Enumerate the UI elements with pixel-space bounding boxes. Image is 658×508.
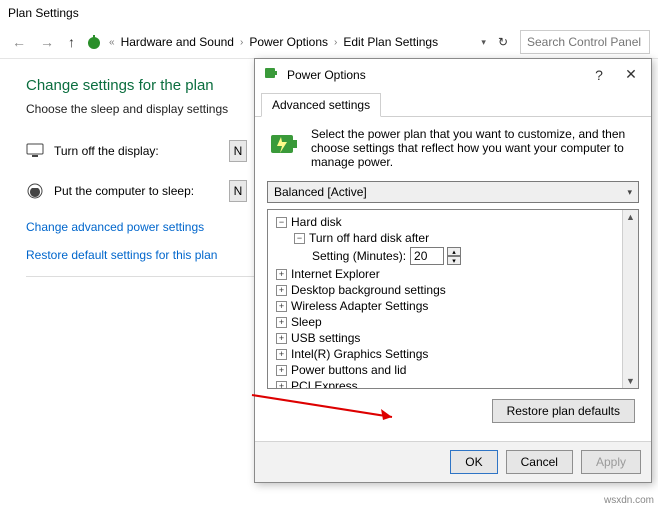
tree-hard-disk[interactable]: Hard disk [291,215,342,229]
tree-desktop[interactable]: Desktop background settings [291,283,446,297]
display-icon [26,142,44,160]
close-button[interactable]: ✕ [619,66,643,83]
chevron-down-icon: ▾ [627,187,632,198]
sleep-dropdown[interactable]: N [229,180,247,202]
plan-selected-value: Balanced [Active] [274,185,367,199]
tree-wifi[interactable]: Wireless Adapter Settings [291,299,428,313]
spin-down-button[interactable]: ▾ [447,256,461,265]
minutes-input[interactable]: 20 [410,247,444,265]
crumb-hardware[interactable]: Hardware and Sound [121,35,234,49]
settings-tree: −Hard disk −Turn off hard disk after Set… [268,210,622,388]
expand-icon[interactable]: + [276,317,287,328]
expand-icon[interactable]: + [276,333,287,344]
tree-usb[interactable]: USB settings [291,331,360,345]
tab-bar: Advanced settings [255,90,651,117]
window-title: Plan Settings [0,0,658,26]
expand-icon[interactable]: + [276,269,287,280]
help-button[interactable]: ? [587,67,611,83]
dialog-title: Power Options [287,68,579,82]
breadcrumb-dropdown[interactable]: ▾ [481,37,486,48]
toolbar: ← → ↑ « Hardware and Sound › Power Optio… [0,26,658,59]
tree-intel[interactable]: Intel(R) Graphics Settings [291,347,428,361]
spin-up-button[interactable]: ▴ [447,247,461,256]
back-button[interactable]: ← [8,32,30,52]
scroll-up-icon[interactable]: ▲ [626,210,635,224]
dialog-description: Select the power plan that you want to c… [311,127,639,169]
expand-icon[interactable]: + [276,381,287,389]
ok-button[interactable]: OK [450,450,497,474]
expand-icon[interactable]: + [276,301,287,312]
scroll-down-icon[interactable]: ▼ [626,374,635,388]
tab-advanced-settings[interactable]: Advanced settings [261,93,381,117]
expand-icon[interactable]: + [276,349,287,360]
crumb-edit[interactable]: Edit Plan Settings [343,35,438,49]
power-options-dialog: Power Options ? ✕ Advanced settings Sele… [254,58,652,483]
chevron-right-icon: › [240,37,243,48]
power-icon [85,33,103,51]
battery-large-icon [267,127,301,169]
sleep-label: Put the computer to sleep: [54,184,219,198]
restore-plan-defaults-button[interactable]: Restore plan defaults [492,399,635,423]
up-button[interactable]: ↑ [64,32,79,52]
refresh-button[interactable]: ↻ [492,35,514,49]
collapse-icon[interactable]: − [294,233,305,244]
collapse-icon[interactable]: − [276,217,287,228]
dialog-footer: OK Cancel Apply [255,441,651,482]
battery-icon [263,65,279,84]
tree-turn-off[interactable]: Turn off hard disk after [309,231,429,245]
tree-pci[interactable]: PCI Express [291,379,358,388]
sleep-icon [26,182,44,200]
display-label: Turn off the display: [54,144,219,158]
apply-button[interactable]: Apply [581,450,641,474]
expand-icon[interactable]: + [276,285,287,296]
forward-button[interactable]: → [36,32,58,52]
display-dropdown[interactable]: N [229,140,247,162]
dialog-titlebar: Power Options ? ✕ [255,59,651,90]
tree-power-buttons[interactable]: Power buttons and lid [291,363,406,377]
setting-label: Setting (Minutes): [312,249,406,263]
tree-sleep[interactable]: Sleep [291,315,322,329]
chevron-pre-icon: « [109,37,115,48]
cancel-button[interactable]: Cancel [506,450,573,474]
search-input[interactable] [520,30,650,54]
tree-ie[interactable]: Internet Explorer [291,267,380,281]
annotation-arrow [247,387,407,427]
crumb-power[interactable]: Power Options [249,35,328,49]
expand-icon[interactable]: + [276,365,287,376]
tree-scrollbar[interactable]: ▲ ▼ [622,210,638,388]
breadcrumb: « Hardware and Sound › Power Options › E… [109,35,475,49]
chevron-right-icon: › [334,37,337,48]
watermark: wsxdn.com [604,495,654,506]
plan-dropdown[interactable]: Balanced [Active] ▾ [267,181,639,203]
